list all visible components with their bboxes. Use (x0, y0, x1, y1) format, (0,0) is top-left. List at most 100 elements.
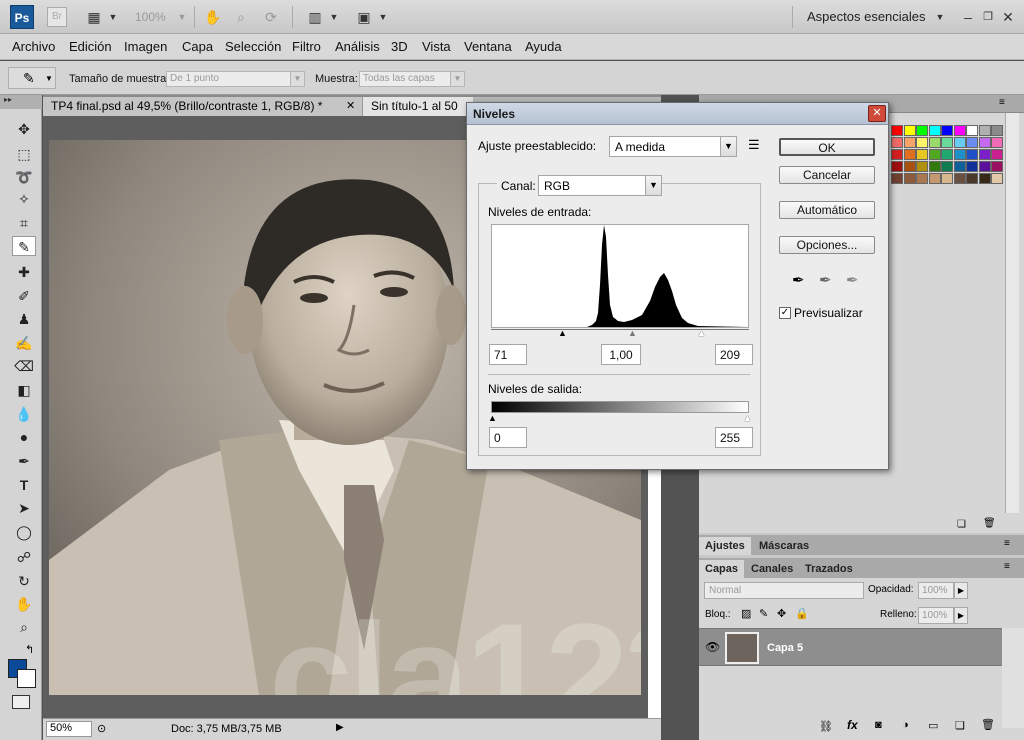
color-swatch[interactable] (928, 149, 941, 160)
pen-tool-icon[interactable]: ✒ (12, 451, 36, 471)
mini-bridge-icon[interactable]: ▦ (84, 8, 104, 26)
color-swatch[interactable] (891, 125, 903, 136)
close-icon[interactable]: ✕ (868, 105, 886, 122)
color-swatch[interactable] (966, 125, 978, 136)
color-swatch[interactable] (903, 149, 916, 160)
tab-capas[interactable]: Capas (699, 560, 745, 578)
opacity-field[interactable]: 100% (918, 582, 954, 599)
panel-menu-icon[interactable]: ≡ (1004, 538, 1010, 549)
input-gamma-field[interactable]: 1,00 (601, 344, 641, 365)
color-swatch[interactable] (953, 137, 966, 148)
add-mask-icon[interactable]: ◙ (875, 719, 882, 731)
color-swatch[interactable] (991, 125, 1003, 136)
color-swatch[interactable] (953, 125, 966, 136)
background-color-swatch[interactable] (17, 669, 36, 688)
close-icon[interactable]: ✕ (998, 8, 1018, 26)
white-eyedropper-icon[interactable]: ✒ (846, 271, 859, 289)
chevron-down-icon[interactable]: ▼ (290, 71, 305, 87)
color-swatch[interactable] (891, 149, 903, 160)
menu-edicion[interactable]: Edición (69, 39, 112, 54)
color-swatch[interactable] (903, 173, 916, 184)
screen-mode-icon[interactable]: ▣ (354, 8, 374, 26)
input-white-handle[interactable]: ▲ (697, 329, 706, 338)
hand-tool-icon[interactable]: ✋ (12, 594, 36, 614)
history-brush-tool-icon[interactable]: ✍ (12, 333, 36, 353)
blend-mode-select[interactable]: Normal (704, 582, 864, 599)
input-gamma-handle[interactable]: ▲ (628, 329, 637, 338)
eraser-tool-icon[interactable]: ⌫ (12, 356, 36, 376)
menu-ventana[interactable]: Ventana (464, 39, 512, 54)
menu-imagen[interactable]: Imagen (124, 39, 167, 54)
color-swatch[interactable] (903, 125, 916, 136)
blur-tool-icon[interactable]: 💧 (12, 404, 36, 424)
lock-all-icon[interactable]: 🔒 (795, 607, 809, 620)
output-black-field[interactable]: 0 (489, 427, 527, 448)
type-tool-icon[interactable]: T (12, 475, 36, 495)
layer-name[interactable]: Capa 5 (767, 642, 803, 654)
tab-document-2[interactable]: Sin título-1 al 50 (363, 97, 473, 116)
input-black-handle[interactable]: ▲ (558, 329, 567, 338)
sample-select[interactable]: Todas las capas (359, 71, 451, 87)
color-swatch[interactable] (941, 173, 953, 184)
color-swatch[interactable] (916, 125, 928, 136)
path-selection-tool-icon[interactable]: ➤ (12, 498, 36, 518)
color-swatch[interactable] (916, 173, 928, 184)
tab-ajustes[interactable]: Ajustes (699, 537, 751, 555)
preview-checkbox[interactable]: ✓ (779, 307, 791, 319)
input-white-field[interactable]: 209 (715, 344, 753, 365)
healing-brush-tool-icon[interactable]: ✚ (12, 262, 36, 282)
menu-archivo[interactable]: Archivo (12, 39, 55, 54)
color-swatch[interactable] (991, 149, 1003, 160)
preset-menu-icon[interactable]: ☰ (748, 137, 760, 153)
close-icon[interactable]: ✕ (346, 99, 355, 112)
adjustment-layer-icon[interactable]: ◑ (902, 719, 909, 731)
layer-row[interactable]: 👁 Capa 5 (699, 628, 1002, 666)
dodge-tool-icon[interactable]: ● (12, 427, 36, 447)
3d-rotate-tool-icon[interactable]: ☍ (12, 547, 36, 567)
menu-seleccion[interactable]: Selección (225, 39, 281, 54)
zoom-field[interactable]: 50% (46, 721, 92, 737)
menu-analisis[interactable]: Análisis (335, 39, 380, 54)
channel-select[interactable]: RGB ▼ (538, 175, 662, 196)
color-swatch[interactable] (891, 173, 903, 184)
black-eyedropper-icon[interactable]: ✒ (792, 271, 805, 289)
quick-mask-icon[interactable] (12, 695, 30, 709)
ok-button[interactable]: OK (779, 138, 875, 156)
magic-wand-tool-icon[interactable]: ✧ (12, 189, 36, 209)
menu-capa[interactable]: Capa (182, 39, 213, 54)
color-swatch[interactable] (978, 173, 991, 184)
panel-menu-icon[interactable]: ≡ (999, 97, 1005, 108)
input-black-field[interactable]: 71 (489, 344, 527, 365)
color-swatch[interactable] (891, 161, 903, 172)
menu-vista[interactable]: Vista (422, 39, 451, 54)
chevron-down-icon[interactable]: ▼ (172, 8, 192, 26)
new-layer-icon[interactable]: ❏ (955, 719, 965, 732)
color-swatch[interactable] (916, 161, 928, 172)
color-swatch[interactable] (941, 125, 953, 136)
color-swatch[interactable] (941, 149, 953, 160)
restore-icon[interactable]: ❐ (978, 8, 998, 26)
workspace-switcher[interactable]: Aspectos esenciales (807, 9, 926, 24)
tab-trazados[interactable]: Trazados (799, 560, 859, 578)
color-swatch[interactable] (903, 161, 916, 172)
panel-menu-icon[interactable]: ≡ (1004, 561, 1010, 572)
auto-button[interactable]: Automático (779, 201, 875, 219)
new-group-icon[interactable]: ▭ (928, 719, 938, 732)
chevron-down-icon[interactable]: ▼ (930, 8, 950, 26)
trash-icon[interactable]: 🗑 (981, 718, 995, 731)
hand-tool-icon[interactable]: ✋ (203, 8, 223, 26)
color-swatch[interactable] (953, 149, 966, 160)
move-tool-icon[interactable]: ✥ (12, 119, 36, 139)
eye-icon[interactable]: 👁 (705, 640, 720, 654)
collapse-icon[interactable]: ▸▸ (0, 95, 42, 109)
color-swatch[interactable] (903, 137, 916, 148)
color-swatch[interactable] (991, 173, 1003, 184)
layers-scrollbar[interactable] (1002, 628, 1024, 728)
rotate-view-icon[interactable]: ⟳ (261, 8, 281, 26)
input-slider-track[interactable] (491, 329, 749, 330)
lock-pixels-icon[interactable]: ✎ (759, 607, 768, 620)
3d-orbit-tool-icon[interactable]: ↻ (12, 571, 36, 591)
fill-field[interactable]: 100% (918, 607, 954, 624)
shape-tool-icon[interactable]: ◯ (12, 522, 36, 542)
chevron-down-icon[interactable]: ▼ (450, 71, 465, 87)
